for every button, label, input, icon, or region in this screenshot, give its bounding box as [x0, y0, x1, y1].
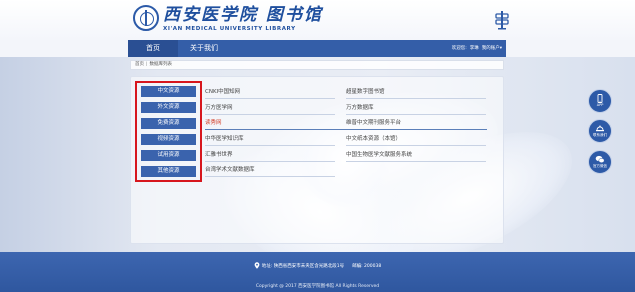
signpost-icon[interactable]	[494, 10, 510, 30]
resource-link[interactable]: 万方数据库	[346, 104, 374, 113]
resource-link[interactable]: 台湾学术文献数据库	[205, 166, 255, 175]
contact-us-label: 联系我们	[593, 133, 607, 137]
user-name[interactable]: 李琳	[470, 46, 479, 51]
contact-us-button[interactable]: 联系我们	[588, 119, 612, 143]
resource-link[interactable]: 中文纸本资源（本馆）	[346, 135, 401, 144]
breadcrumb-home[interactable]: 首页	[135, 62, 144, 67]
site-header: 西安医学院 图书馆 XI'AN MEDICAL UNIVERSITY LIBRA…	[0, 0, 635, 40]
welcome-text: 欢迎您:	[451, 46, 467, 51]
user-menu: 欢迎您: 李琳 我的账户▾	[449, 40, 502, 57]
resource-link[interactable]: 维普中文期刊服务平台	[346, 119, 401, 128]
red-highlight-annotation	[135, 81, 202, 182]
location-pin-icon	[254, 262, 260, 269]
main-nav: 首页 关于我们 欢迎您: 李琳 我的账户▾	[128, 40, 506, 57]
footer-address: 地址: 陕西省西安市未央区含光路北段1号	[261, 264, 345, 269]
wechat-button[interactable]: 官方微信	[588, 150, 612, 174]
resource-link[interactable]: CNKI中国知网	[205, 88, 240, 97]
resource-link[interactable]: 汇雅书世界	[205, 151, 233, 160]
resource-link[interactable]: 超星数字图书馆	[346, 88, 385, 97]
resource-link[interactable]: 中华医学知识库	[205, 135, 244, 144]
app-label: APP	[596, 103, 604, 107]
nav-about[interactable]: 关于我们	[178, 40, 230, 57]
wechat-label: 官方微信	[593, 164, 607, 168]
service-desk-icon	[596, 125, 604, 132]
breadcrumb-separator: |	[146, 62, 148, 67]
library-seal-icon	[133, 5, 159, 31]
logo-title-en: XI'AN MEDICAL UNIVERSITY LIBRARY	[163, 26, 296, 32]
resource-link[interactable]: 中国生物医学文献服务系统	[346, 151, 412, 160]
resource-link[interactable]: 万方医学网	[205, 104, 233, 113]
footer-postcode: 邮编: 200038	[352, 264, 382, 269]
app-button[interactable]: APP	[588, 89, 612, 113]
breadcrumb: 首页 | 数据库列表	[130, 60, 504, 70]
breadcrumb-current: 数据库列表	[149, 62, 173, 67]
footer-address-line: 地址: 陕西省西安市未央区含光路北段1号 邮编: 200038	[0, 262, 635, 269]
footer-copyright: Copyright @ 2017 西安医学院图书馆 All Rights Res…	[255, 284, 380, 289]
my-account-link[interactable]: 我的账户▾	[482, 46, 502, 51]
app-icon	[597, 94, 603, 103]
nav-home[interactable]: 首页	[128, 40, 178, 57]
resource-link[interactable]: 读秀网	[205, 119, 222, 128]
wechat-icon	[595, 155, 605, 163]
logo-title-cn: 西安医学院 图书馆	[163, 5, 323, 25]
